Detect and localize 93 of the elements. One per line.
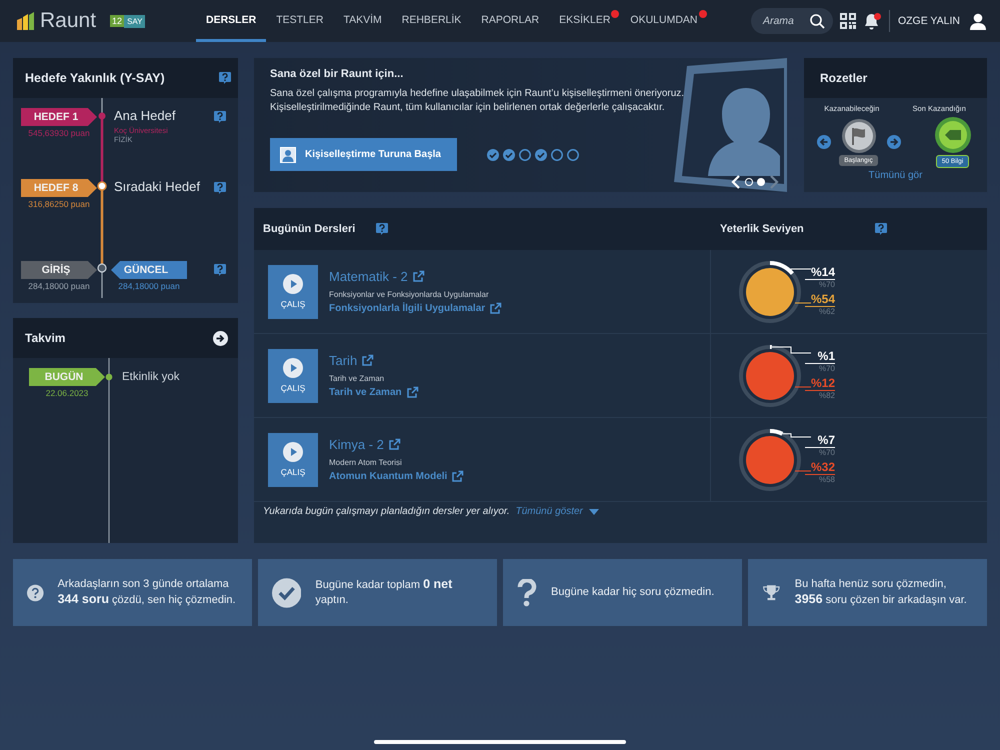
bell-icon[interactable] [864,12,879,30]
target-value: %82 [818,390,835,400]
stat-text: Bu hafta henüz soru çözmedin, 3956 soru çözen bir arkadaşın var. [794,577,968,608]
calendar-date: 22.06.2023 [46,388,88,398]
stat-text: Arkadaşların son 3 günde ortalama 344 soru çözdü, sen hiç çözmedin. [58,577,237,608]
study-button[interactable]: ÇALIŞ [268,432,318,486]
external-link-icon [489,302,502,314]
today-tag: BUGÜN [29,368,105,386]
nav-tab[interactable]: TAKVİM [333,0,392,42]
brand-name[interactable]: Raunt [40,9,96,33]
goal-name: Sıradaki Hedef [113,179,201,194]
logo-icon[interactable] [16,12,36,30]
chevron-right-icon[interactable] [769,175,779,189]
external-link-icon [388,438,401,450]
target-value: %62 [818,306,835,316]
target-value: %70 [818,364,835,372]
panel-title: Hedefe Yakınlık (Y-SAY) [25,71,165,85]
topic-name: Modern Atom Teorisi [329,458,402,466]
nav-tab[interactable]: RAPORLAR [471,0,550,42]
subject-link[interactable]: Kimya - 2 [329,436,401,452]
show-all-link[interactable]: Tümünü göster [516,506,599,517]
arrow-right-icon[interactable] [213,330,228,346]
help-icon[interactable] [375,222,390,236]
caret-down-icon [588,508,599,514]
topic-name: Fonksiyonlar ve Fonksiyonlarda Uygulamalar [329,290,489,298]
play-icon [283,358,303,378]
target-value: %70 [818,448,835,456]
nav-tab[interactable]: TESTLER [266,0,334,42]
empty-message: Etkinlik yok [121,370,181,385]
see-all-link[interactable]: Tümünü gör [804,170,987,181]
tag-badge-icon[interactable] [932,116,972,154]
nav-tab[interactable]: DERSLER [196,0,266,42]
carousel-dot[interactable] [745,178,753,186]
goal-tag: GÜNCEL [111,261,187,279]
nav-tab[interactable]: REHBERLİK [392,0,472,42]
section-title: Yeterlik Seviyen [720,223,804,235]
goal-score: 316,86250 puan [28,199,90,209]
arrow-left-icon[interactable] [816,135,830,149]
help-icon[interactable] [213,263,227,277]
external-link-icon [451,470,464,482]
goal-tag: HEDEF 1 [21,108,97,126]
help-icon[interactable] [213,181,227,195]
user-name[interactable]: OZGE YALIN [898,15,960,27]
study-button[interactable]: ÇALIŞ [268,264,318,318]
help-icon[interactable] [218,71,232,85]
score-value: %32 [805,460,835,474]
goal-tag: HEDEF 8 [21,179,97,197]
stat-text: Bugüne kadar hiç soru çözmedin. [551,585,714,600]
promo-title: Sana özel bir Raunt için... [270,68,404,80]
nav-tab[interactable]: OKULUMDAN [620,0,708,42]
promo-description: Sana özel çalışma programıyla hedefine ulaşabilmek için Raunt’u kişiselleştirmeni öneriyoruz. Kişiselleştirilmediğinde Raunt, tüm kullanıcılar için belirlenen ortak değerlerle çalışacaktır. [270,87,686,115]
nav-tab[interactable]: EKSİKLER [549,0,620,42]
play-icon [283,274,303,294]
goal-name: Ana Hedef [113,108,176,123]
help-icon[interactable] [874,222,888,236]
user-icon[interactable] [970,12,986,30]
search-icon[interactable] [810,14,825,28]
flag-badge-icon[interactable] [840,118,876,154]
chevron-left-icon[interactable] [731,175,741,189]
subject-link[interactable]: Matematik - 2 [329,268,425,284]
footer-note: Yukarıda bugün çalışmayı planladığın dersler yer alıyor. [263,506,510,517]
score-value: %54 [805,292,835,306]
subtopic-link[interactable]: Atomun Kuantum Modeli [329,470,464,482]
section-title: Bugünün Dersleri [263,223,356,235]
subject-link[interactable]: Tarih [329,352,374,368]
qr-code-icon[interactable] [840,13,856,29]
subtopic-link[interactable]: Tarih ve Zaman [329,386,419,398]
subtopic-link[interactable]: Fonksiyonlarla İlgili Uygulamalar [329,302,502,314]
user-icon [280,146,296,162]
goal-score: 545,63930 puan [28,128,90,138]
grade-badge: 12 [110,15,124,27]
proficiency-value: %14 [805,264,835,280]
proficiency-value: %7 [805,432,835,448]
goal-tag: GİRİŞ [21,261,97,279]
start-tour-button[interactable]: Kişiselleştirme Turuna Başla [270,138,457,171]
help-icon[interactable] [213,110,227,124]
panel-title: Takvim [25,331,66,345]
proficiency-value: %1 [805,348,835,364]
goal-score: 284,18000 puan [28,281,90,291]
target-value: %70 [818,280,835,288]
study-button[interactable]: ÇALIŞ [268,348,318,402]
stat-text: Bugüne kadar toplam 0 net yaptın. [315,577,454,608]
score-value: %12 [805,376,835,390]
external-link-icon [406,386,419,398]
play-icon [283,442,303,462]
external-link-icon [361,354,374,366]
target-value: %58 [818,474,835,484]
search-field[interactable]: Arama [750,8,833,34]
topic-name: Tarih ve Zaman [329,374,384,382]
goal-score: 284,18000 puan [118,281,180,291]
external-link-icon [412,270,425,282]
track-badge: SAY [124,14,146,28]
panel-title: Rozetler [804,58,987,98]
